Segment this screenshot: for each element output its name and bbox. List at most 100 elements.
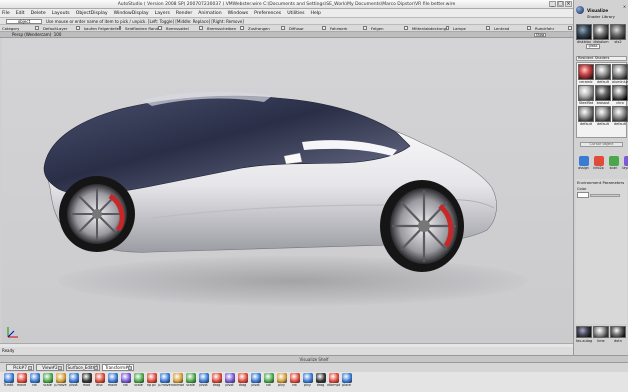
shelf-tool-14[interactable]: scale bbox=[184, 372, 197, 391]
shelf-tool-23[interactable]: pivy bbox=[301, 372, 314, 391]
tab-view[interactable]: View#2 bbox=[36, 364, 64, 371]
layer-checkbox[interactable] bbox=[35, 26, 39, 30]
shader-swatch[interactable] bbox=[578, 106, 594, 122]
layer-checkbox[interactable] bbox=[568, 26, 572, 30]
layer-item[interactable]: Rueckfahr bbox=[535, 26, 573, 31]
shader-swatch[interactable] bbox=[593, 24, 609, 40]
layer-checkbox[interactable] bbox=[199, 26, 203, 30]
shelf-tool-16[interactable]: drag bbox=[210, 372, 223, 391]
layer-item[interactable]: Fahrwerk bbox=[330, 26, 368, 31]
pick-field[interactable]: object bbox=[6, 19, 42, 24]
shelf-tool-21[interactable]: pivy bbox=[275, 372, 288, 391]
scan-tool[interactable]: scan bbox=[607, 155, 620, 174]
menu-windows[interactable]: Windows bbox=[228, 11, 249, 16]
maximize-button[interactable]: □ bbox=[557, 1, 564, 7]
shader-swatch[interactable] bbox=[610, 24, 626, 40]
layer-item[interactable]: Bremsscheiben bbox=[207, 26, 245, 31]
shelf-tool-25[interactable]: xformpt bbox=[327, 372, 340, 391]
color-swatch[interactable] bbox=[577, 192, 589, 198]
chevron-down-icon[interactable] bbox=[94, 366, 98, 370]
shader-swatch[interactable] bbox=[595, 85, 611, 101]
info-tool[interactable]: info2p bbox=[592, 155, 605, 174]
shelf-tool-7[interactable]: disc bbox=[93, 372, 106, 391]
menu-layouts[interactable]: Layouts bbox=[52, 11, 70, 16]
tab-pick[interactable]: Pick#7 bbox=[6, 364, 34, 371]
shelf-tool-24[interactable]: drag bbox=[314, 372, 327, 391]
shelf-tool-18[interactable]: drag bbox=[236, 372, 249, 391]
shader-swatch[interactable] bbox=[578, 85, 594, 101]
menu-animation[interactable]: Animation bbox=[198, 11, 221, 16]
layer-checkbox[interactable] bbox=[404, 26, 408, 30]
shelf-tool-0[interactable]: Tr.edit bbox=[2, 372, 15, 391]
shader-swatch[interactable] bbox=[612, 64, 628, 80]
layer-checkbox[interactable] bbox=[118, 26, 121, 30]
menu-render[interactable]: Render bbox=[176, 11, 192, 16]
close-icon[interactable]: × bbox=[622, 4, 627, 9]
menu-edit[interactable]: Edit bbox=[16, 11, 25, 16]
shader-swatch[interactable] bbox=[595, 64, 611, 80]
layer-checkbox[interactable] bbox=[281, 26, 285, 30]
shelf-tool-6[interactable]: mod bbox=[80, 372, 93, 391]
menu-layers[interactable]: Layers bbox=[155, 11, 170, 16]
layer-item[interactable]: Zusfrangen bbox=[248, 26, 286, 31]
shader-swatch[interactable] bbox=[576, 24, 592, 40]
layer-item[interactable]: Seidflanken Rand bbox=[125, 26, 163, 31]
shelf-tool-12[interactable]: p.move bbox=[158, 372, 171, 391]
resident-shaders-header[interactable]: Resident Shaders bbox=[576, 56, 627, 61]
menu-help[interactable]: Help bbox=[310, 11, 320, 16]
shader-swatch[interactable] bbox=[595, 106, 611, 122]
layer-item[interactable]: Diffusor bbox=[289, 26, 327, 31]
close-button[interactable]: × bbox=[565, 1, 572, 7]
menu-delete[interactable]: Delete bbox=[31, 11, 46, 16]
layer-checkbox[interactable] bbox=[486, 26, 490, 30]
layer-item[interactable]: Lenkrad bbox=[494, 26, 532, 31]
layer-checkbox[interactable] bbox=[240, 26, 244, 30]
shelf-tool-20[interactable]: rot bbox=[262, 372, 275, 391]
minimize-button[interactable]: _ bbox=[549, 1, 556, 7]
perspective-viewport[interactable] bbox=[2, 38, 572, 343]
layer-checkbox[interactable] bbox=[363, 26, 367, 30]
shader-swatch[interactable] bbox=[612, 106, 628, 122]
shader-swatch[interactable] bbox=[612, 85, 628, 101]
chevron-down-icon[interactable] bbox=[28, 366, 32, 370]
shader-swatch[interactable] bbox=[610, 326, 626, 338]
shader-swatch[interactable] bbox=[576, 326, 592, 338]
shelf-tool-22[interactable]: rot bbox=[288, 372, 301, 391]
shelf-tool-2[interactable]: rot bbox=[28, 372, 41, 391]
show-button[interactable]: Show bbox=[534, 33, 546, 37]
layer-item[interactable]: Bremssattel bbox=[166, 26, 204, 31]
layer-item[interactable]: Mittenlabdeckung bbox=[412, 26, 450, 31]
layer-item[interactable]: Lampe bbox=[453, 26, 491, 31]
layer-checkbox[interactable] bbox=[527, 26, 531, 30]
layer-checkbox[interactable] bbox=[158, 26, 162, 30]
shelf-tool-13[interactable]: nonmod bbox=[171, 372, 184, 391]
menu-windowdisplay[interactable]: WindowDisplay bbox=[114, 11, 149, 16]
layer-item[interactable]: DefaultLayer bbox=[43, 26, 81, 31]
layered-tool[interactable]: layered bbox=[622, 155, 628, 174]
shelf-tool-4[interactable]: p.move bbox=[54, 372, 67, 391]
shelf-tool-5[interactable]: pivot bbox=[67, 372, 80, 391]
glass-button[interactable]: glass bbox=[586, 44, 600, 49]
shader-swatch[interactable] bbox=[578, 64, 594, 80]
shelf-tool-15[interactable]: pivot bbox=[197, 372, 210, 391]
cursor-object-button[interactable]: Cursor object bbox=[580, 142, 623, 147]
shelf-tool-10[interactable]: scale bbox=[132, 372, 145, 391]
assign-tool[interactable]: assign bbox=[577, 155, 590, 174]
shelf-tool-9[interactable]: rot bbox=[119, 372, 132, 391]
tab-surface-edit[interactable]: Surface_Edit#2 bbox=[66, 364, 100, 371]
chevron-down-icon[interactable] bbox=[128, 366, 132, 370]
color-slider[interactable] bbox=[590, 193, 620, 197]
shelf-tool-1[interactable]: move bbox=[15, 372, 28, 391]
menu-preferences[interactable]: Preferences bbox=[254, 11, 281, 16]
layer-checkbox[interactable] bbox=[76, 26, 80, 30]
shelf-tool-11[interactable]: np pc bbox=[145, 372, 158, 391]
layer-checkbox[interactable] bbox=[322, 26, 326, 30]
layer-category[interactable]: Category bbox=[2, 26, 40, 31]
layer-item[interactable]: Felgen bbox=[371, 26, 409, 31]
chevron-down-icon[interactable] bbox=[58, 366, 62, 370]
shader-swatch[interactable] bbox=[593, 326, 609, 338]
layer-item[interactable]: kaufen Felgenteile bbox=[84, 26, 122, 31]
shelf-tool-19[interactable]: pivot bbox=[249, 372, 262, 391]
menu-objectdisplay[interactable]: ObjectDisplay bbox=[76, 11, 108, 16]
menu-file[interactable]: File bbox=[2, 11, 10, 16]
